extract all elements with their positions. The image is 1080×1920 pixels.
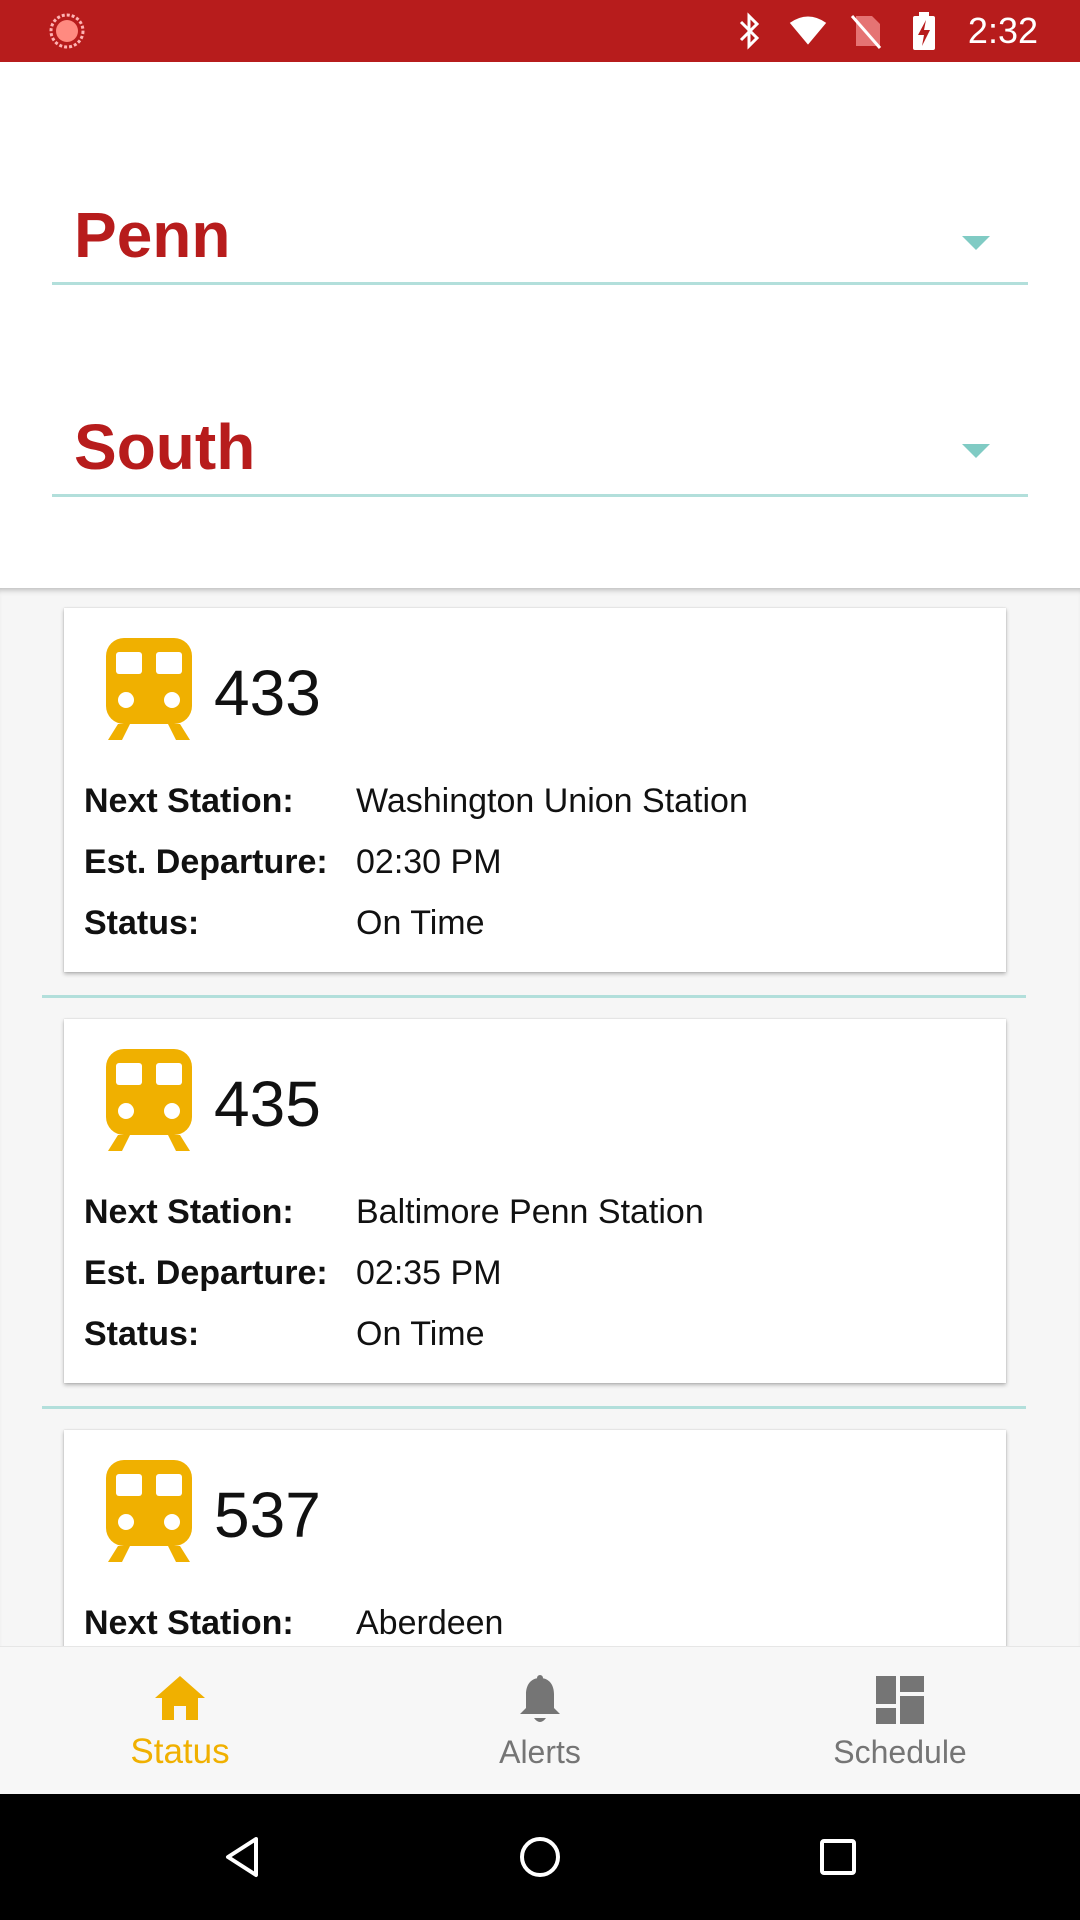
status-row: Status: On Time: [84, 898, 484, 948]
train-card[interactable]: 433 Next Station: Washington Union Stati…: [64, 608, 1006, 972]
dashboard-icon: [872, 1672, 928, 1728]
divider: [42, 1406, 1026, 1409]
train-number: 537: [214, 1479, 321, 1551]
battery-charging-icon: [904, 11, 944, 51]
status-label: Status:: [84, 1314, 200, 1353]
next-station-label: Next Station:: [84, 781, 294, 820]
train-icon: [104, 638, 194, 742]
train-number: 435: [214, 1068, 321, 1140]
est-departure-row: Est. Departure: 02:35 PM: [84, 1248, 502, 1298]
est-departure-value: 02:35 PM: [356, 1253, 502, 1292]
chevron-down-icon: [962, 444, 990, 458]
screen: 2:32 Penn South 433 Next Station: Washin…: [0, 0, 1080, 1920]
chevron-down-icon: [962, 236, 990, 250]
status-label: Status:: [84, 903, 200, 942]
est-departure-value: 02:30 PM: [356, 842, 502, 881]
back-icon[interactable]: [212, 1827, 272, 1887]
bluetooth-icon: [730, 11, 770, 51]
next-station-value: Baltimore Penn Station: [356, 1192, 704, 1231]
wifi-icon: [788, 11, 828, 51]
est-departure-row: Est. Departure: 02:30 PM: [84, 837, 502, 887]
direction-select[interactable]: South: [52, 411, 1028, 497]
app-notification-icon: [48, 12, 86, 50]
train-list[interactable]: 433 Next Station: Washington Union Stati…: [0, 588, 1080, 1646]
nav-alerts-label: Alerts: [499, 1733, 581, 1770]
train-card[interactable]: 537 Next Station: Aberdeen: [64, 1430, 1006, 1646]
divider: [42, 995, 1026, 998]
status-value: On Time: [356, 903, 485, 942]
next-station-label: Next Station:: [84, 1192, 294, 1231]
next-station-label: Next Station:: [84, 1603, 294, 1642]
train-icon: [104, 1049, 194, 1153]
no-sim-icon: [846, 11, 886, 51]
nav-schedule-label: Schedule: [833, 1733, 967, 1770]
clock: 2:32: [967, 10, 1038, 51]
status-value: On Time: [356, 1314, 485, 1353]
est-departure-label: Est. Departure:: [84, 1253, 328, 1292]
home-button-icon[interactable]: [510, 1827, 570, 1887]
recents-icon[interactable]: [808, 1827, 868, 1887]
status-row: Status: On Time: [84, 1309, 484, 1359]
nav-alerts[interactable]: Alerts: [360, 1647, 720, 1795]
nav-schedule[interactable]: Schedule: [720, 1647, 1080, 1795]
train-card[interactable]: 435 Next Station: Baltimore Penn Station…: [64, 1019, 1006, 1383]
bell-icon: [512, 1672, 568, 1728]
next-station-row: Next Station: Washington Union Station: [84, 776, 748, 826]
home-icon: [152, 1670, 208, 1726]
nav-status[interactable]: Status: [0, 1647, 360, 1795]
next-station-row: Next Station: Aberdeen: [84, 1598, 503, 1646]
direction-select-value: South: [74, 411, 256, 483]
system-navigation-bar: [0, 1794, 1080, 1920]
train-number: 433: [214, 657, 321, 729]
nav-status-label: Status: [130, 1732, 230, 1771]
next-station-value: Aberdeen: [356, 1603, 504, 1642]
bottom-navigation: Status Alerts Schedule: [0, 1646, 1080, 1795]
filter-panel: Penn South: [0, 62, 1080, 588]
next-station-row: Next Station: Baltimore Penn Station: [84, 1187, 704, 1237]
next-station-value: Washington Union Station: [356, 781, 748, 820]
status-bar: 2:32: [0, 0, 1080, 62]
train-icon: [104, 1460, 194, 1564]
est-departure-label: Est. Departure:: [84, 842, 328, 881]
station-select[interactable]: Penn: [52, 199, 1028, 285]
station-select-value: Penn: [74, 199, 231, 271]
